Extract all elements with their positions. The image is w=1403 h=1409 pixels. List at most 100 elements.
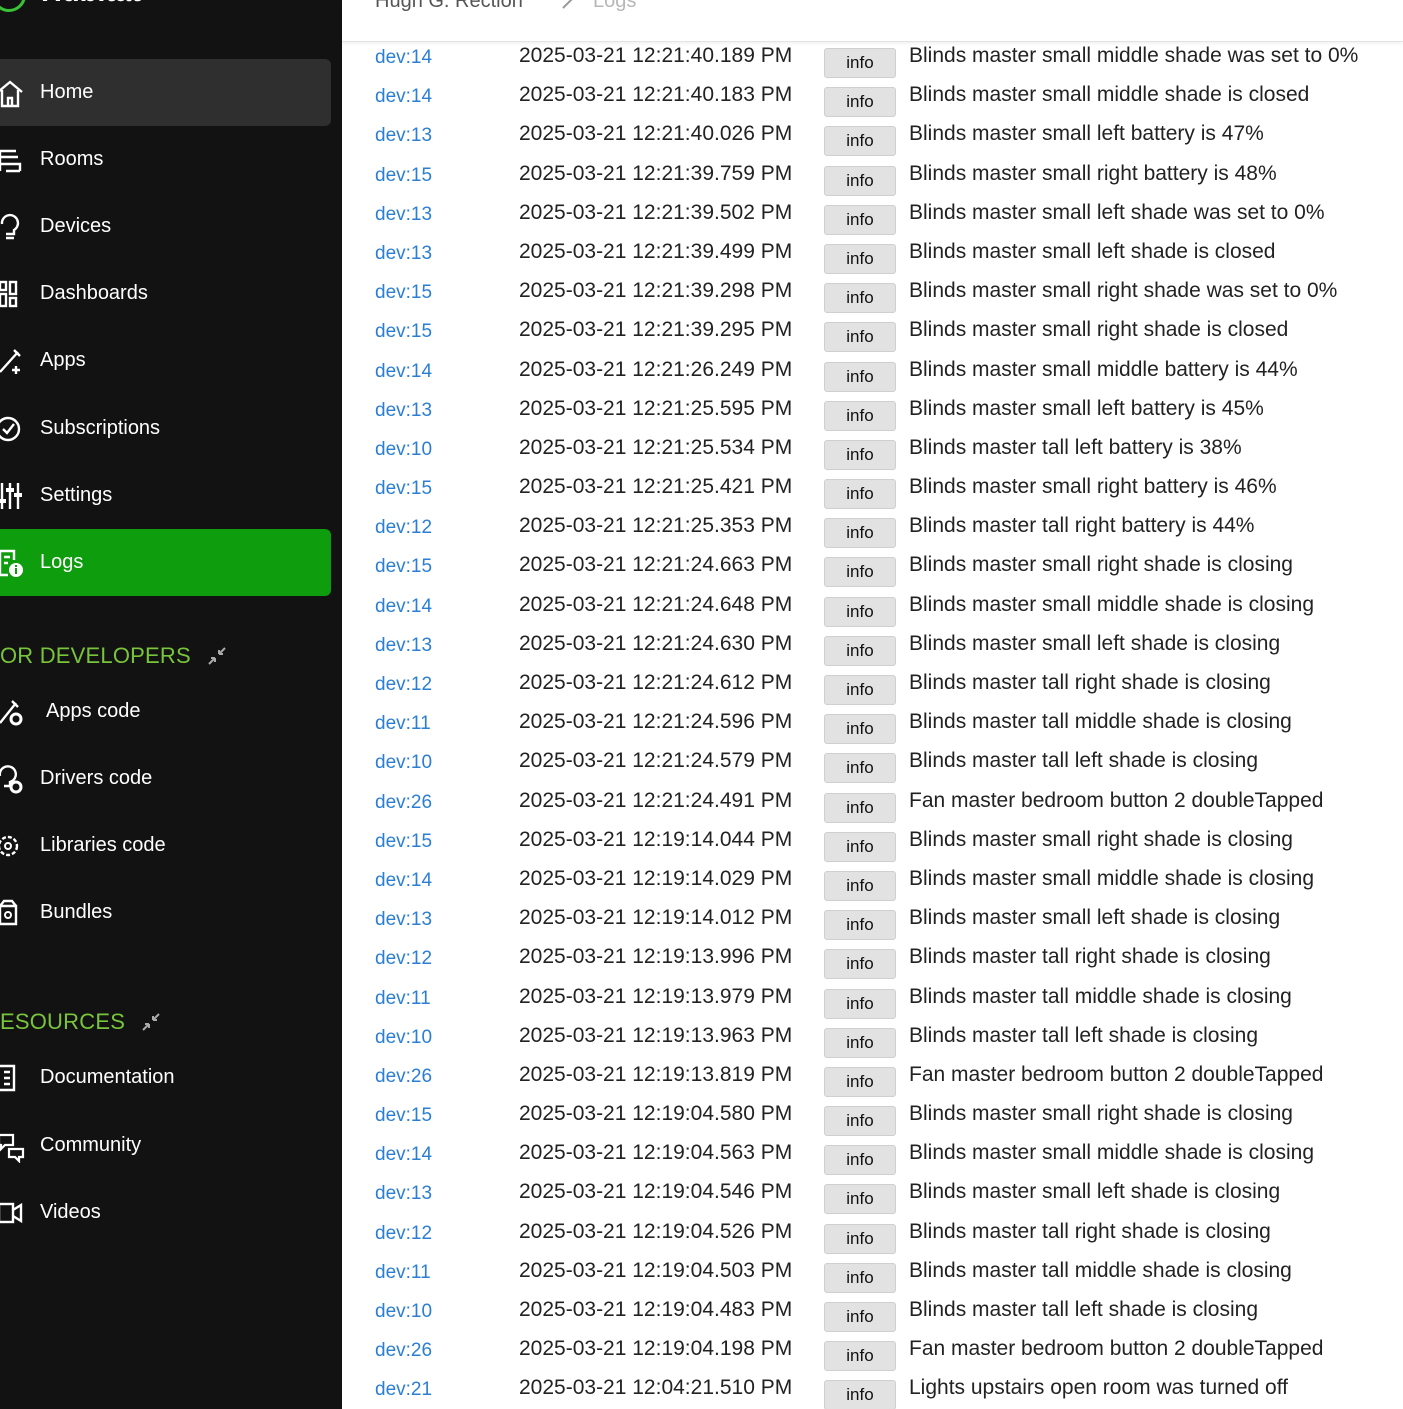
log-device-link[interactable]: dev:14 bbox=[375, 870, 432, 892]
log-device-link[interactable]: dev:21 bbox=[375, 1379, 432, 1401]
log-row: dev:14 2025-03-21 12:21:40.183 PM info Blin… bbox=[364, 79, 1403, 118]
log-timestamp: 2025-03-21 12:19:04.546 PM bbox=[519, 1180, 793, 1204]
log-device-link[interactable]: dev:15 bbox=[375, 321, 432, 343]
home-icon bbox=[0, 76, 26, 110]
sidebar-item-label: Home bbox=[40, 81, 94, 103]
log-message: Blinds master tall left battery is 38% bbox=[909, 435, 1242, 459]
log-device-link[interactable]: dev:15 bbox=[375, 282, 432, 304]
log-level-badge: info bbox=[824, 870, 896, 901]
log-row: dev:13 2025-03-21 12:21:24.630 PM info Blin… bbox=[364, 628, 1403, 667]
breadcrumb-hub[interactable]: Hugh G. Rection bbox=[375, 0, 523, 13]
log-message: Blinds master small right shade is closi… bbox=[909, 1102, 1293, 1126]
sidebar-item-devices[interactable]: Devices bbox=[0, 193, 331, 260]
log-level-badge: info bbox=[824, 518, 896, 549]
log-device-link[interactable]: dev:12 bbox=[375, 1223, 432, 1245]
log-message: Blinds master tall left shade is closing bbox=[909, 1023, 1258, 1047]
log-timestamp: 2025-03-21 12:21:25.353 PM bbox=[519, 514, 793, 538]
sidebar-item-subscriptions[interactable]: Subscriptions bbox=[0, 395, 331, 462]
brand-name: Hubitat bbox=[41, 0, 141, 9]
sidebar-item-apps[interactable]: Apps bbox=[0, 327, 331, 394]
log-message: Blinds master tall left shade is closing bbox=[909, 749, 1258, 773]
brand[interactable]: Hubitat bbox=[0, 0, 342, 22]
log-device-link[interactable]: dev:10 bbox=[375, 1301, 432, 1323]
log-timestamp: 2025-03-21 12:19:14.029 PM bbox=[519, 866, 793, 890]
log-message: Blinds master tall right shade is closin… bbox=[909, 945, 1271, 969]
log-row: dev:14 2025-03-21 12:19:14.029 PM info Blin… bbox=[364, 863, 1403, 902]
sidebar-item-videos[interactable]: Videos bbox=[0, 1179, 331, 1246]
log-device-link[interactable]: dev:14 bbox=[375, 86, 432, 108]
sidebar-item-libraries-code[interactable]: Libraries code bbox=[0, 812, 331, 879]
log-device-link[interactable]: dev:15 bbox=[375, 165, 432, 187]
log-device-link[interactable]: dev:15 bbox=[375, 556, 432, 578]
log-timestamp: 2025-03-21 12:19:04.580 PM bbox=[519, 1102, 793, 1126]
log-device-link[interactable]: dev:11 bbox=[375, 713, 431, 735]
log-device-link[interactable]: dev:15 bbox=[375, 478, 432, 500]
log-device-link[interactable]: dev:15 bbox=[375, 831, 432, 853]
log-device-link[interactable]: dev:14 bbox=[375, 1144, 432, 1166]
log-level-badge: info bbox=[824, 753, 896, 784]
log-device-link[interactable]: dev:13 bbox=[375, 1183, 432, 1205]
log-timestamp: 2025-03-21 12:21:39.502 PM bbox=[519, 200, 793, 224]
log-device-link[interactable]: dev:10 bbox=[375, 439, 432, 461]
log-row: dev:13 2025-03-21 12:21:39.499 PM info Blin… bbox=[364, 236, 1403, 275]
log-message: Blinds master tall middle shade is closi… bbox=[909, 710, 1292, 734]
sidebar-item-documentation[interactable]: Documentation bbox=[0, 1044, 331, 1111]
log-device-link[interactable]: dev:14 bbox=[375, 47, 432, 69]
log-timestamp: 2025-03-21 12:21:24.648 PM bbox=[519, 592, 793, 616]
log-device-link[interactable]: dev:26 bbox=[375, 1066, 432, 1088]
log-device-link[interactable]: dev:13 bbox=[375, 635, 432, 657]
sidebar-item-logs[interactable]: Logs bbox=[0, 529, 331, 596]
sidebar-item-label: Bundles bbox=[40, 901, 113, 923]
breadcrumb: Hugh G. Rection Logs bbox=[342, 0, 1403, 42]
sidebar-item-rooms[interactable]: Rooms bbox=[0, 126, 331, 193]
log-row: dev:10 2025-03-21 12:21:25.534 PM info Blin… bbox=[364, 432, 1403, 471]
log-message: Blinds master small left battery is 47% bbox=[909, 122, 1264, 146]
section-developers[interactable]: OR DEVELOPERS bbox=[0, 641, 229, 671]
log-device-link[interactable]: dev:13 bbox=[375, 243, 432, 265]
log-timestamp: 2025-03-21 12:21:26.249 PM bbox=[519, 357, 793, 381]
documentation-icon bbox=[0, 1061, 26, 1095]
sidebar-item-settings[interactable]: Settings bbox=[0, 462, 331, 529]
log-device-link[interactable]: dev:13 bbox=[375, 400, 432, 422]
log-device-link[interactable]: dev:13 bbox=[375, 125, 432, 147]
sidebar-item-community[interactable]: Community bbox=[0, 1112, 331, 1179]
sidebar-item-home[interactable]: Home bbox=[0, 59, 331, 126]
log-level-badge: info bbox=[824, 635, 896, 666]
log-message: Blinds master tall right battery is 44% bbox=[909, 514, 1255, 538]
log-device-link[interactable]: dev:12 bbox=[375, 948, 432, 970]
section-resources[interactable]: ESOURCES bbox=[0, 1007, 163, 1037]
hubitat-logo-icon bbox=[0, 0, 26, 12]
chevron-left-icon[interactable] bbox=[312, 0, 336, 2]
sidebar-item-apps-code[interactable]: Apps code bbox=[0, 678, 331, 745]
log-device-link[interactable]: dev:12 bbox=[375, 674, 432, 696]
log-device-link[interactable]: dev:10 bbox=[375, 1027, 432, 1049]
sidebar-item-bundles[interactable]: Bundles bbox=[0, 879, 331, 946]
log-device-link[interactable]: dev:12 bbox=[375, 517, 432, 539]
collapse-arrows-icon[interactable] bbox=[139, 1010, 163, 1034]
log-device-link[interactable]: dev:11 bbox=[375, 1262, 431, 1284]
log-device-link[interactable]: dev:14 bbox=[375, 596, 432, 618]
log-device-link[interactable]: dev:26 bbox=[375, 792, 432, 814]
log-device-link[interactable]: dev:26 bbox=[375, 1340, 432, 1362]
log-timestamp: 2025-03-21 12:21:39.499 PM bbox=[519, 239, 793, 263]
log-row: dev:15 2025-03-21 12:21:39.298 PM info Blin… bbox=[364, 275, 1403, 314]
log-row: dev:15 2025-03-21 12:21:24.663 PM info Blin… bbox=[364, 549, 1403, 588]
log-timestamp: 2025-03-21 12:19:14.044 PM bbox=[519, 827, 793, 851]
log-timestamp: 2025-03-21 12:21:24.630 PM bbox=[519, 631, 793, 655]
bundles-icon bbox=[0, 896, 26, 930]
log-device-link[interactable]: dev:13 bbox=[375, 204, 432, 226]
devices-icon bbox=[0, 210, 26, 244]
log-device-link[interactable]: dev:11 bbox=[375, 988, 431, 1010]
log-message: Blinds master small right battery is 48% bbox=[909, 161, 1277, 185]
log-device-link[interactable]: dev:13 bbox=[375, 909, 432, 931]
log-device-link[interactable]: dev:15 bbox=[375, 1105, 432, 1127]
log-message: Blinds master small middle shade is clos… bbox=[909, 83, 1310, 107]
log-device-link[interactable]: dev:10 bbox=[375, 752, 432, 774]
log-message: Fan master bedroom button 2 doubleTapped bbox=[909, 1062, 1324, 1086]
log-device-link[interactable]: dev:14 bbox=[375, 361, 432, 383]
log-row: dev:13 2025-03-21 12:21:39.502 PM info Blin… bbox=[364, 197, 1403, 236]
sidebar-item-drivers-code[interactable]: Drivers code bbox=[0, 745, 331, 812]
collapse-arrows-icon[interactable] bbox=[205, 644, 229, 668]
log-level-badge: info bbox=[824, 283, 896, 314]
sidebar-item-dashboards[interactable]: Dashboards bbox=[0, 260, 331, 327]
